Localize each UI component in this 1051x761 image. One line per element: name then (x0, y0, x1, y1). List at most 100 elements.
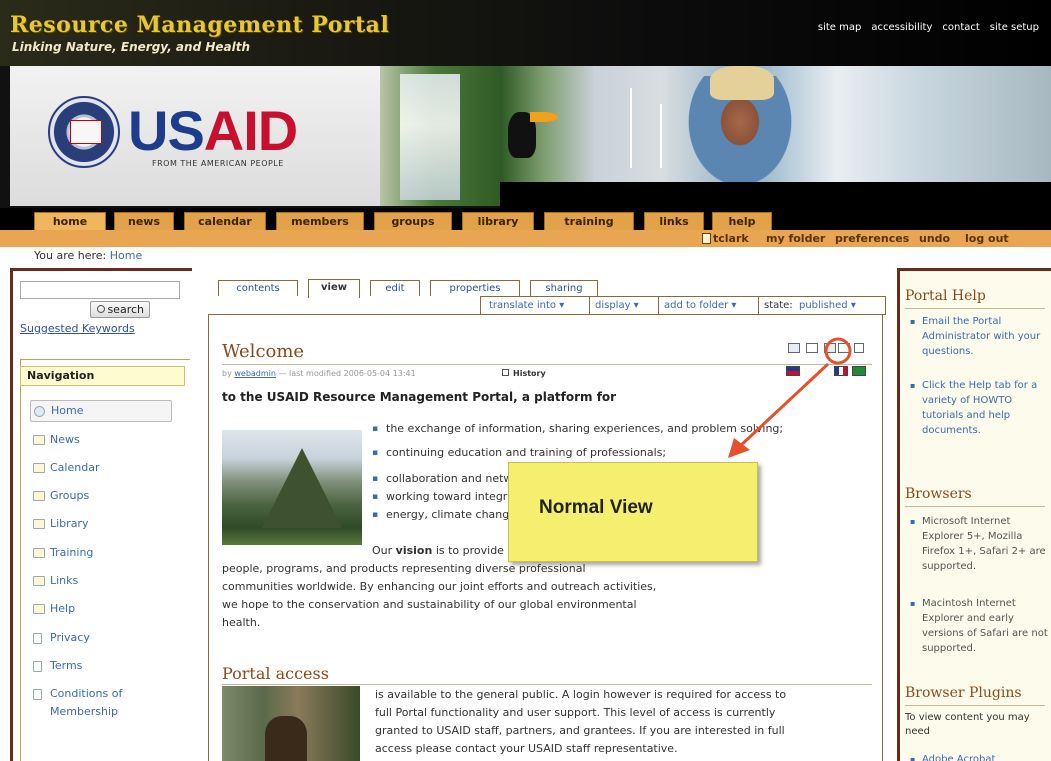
toucan-beak (530, 112, 558, 122)
help-email-link[interactable]: Email the Portal Administrator with your… (910, 314, 1048, 359)
arrow-line (736, 362, 830, 450)
display-menu[interactable]: display ▾ (595, 300, 639, 311)
folder-icon (33, 491, 45, 501)
section-divider (222, 684, 872, 685)
user-name-link[interactable]: tclark (713, 232, 749, 245)
vision-text: people, programs, and products represent… (222, 562, 586, 575)
nav-item-training[interactable]: Training (30, 543, 93, 565)
folder-icon (33, 548, 45, 558)
nav-item-calendar[interactable]: Calendar (30, 458, 99, 480)
nav-item-home[interactable]: Home (30, 400, 172, 422)
tab-sharing[interactable]: sharing (530, 280, 598, 296)
nav-item-help[interactable]: Help (30, 599, 75, 621)
breadcrumb-prefix: You are here: (34, 249, 107, 262)
site-setup-link[interactable]: site setup (990, 22, 1039, 33)
folder-icon (33, 463, 45, 473)
contact-link[interactable]: contact (942, 22, 979, 33)
divider (589, 297, 590, 314)
annotation-arrow (728, 337, 852, 458)
tab-groups[interactable]: groups (374, 212, 452, 230)
heading-divider (905, 705, 1045, 706)
translate-menu[interactable]: translate into ▾ (489, 300, 564, 311)
nav-item-label: Home (51, 404, 84, 417)
usaid-logo-aid: AID (203, 99, 298, 162)
tab-library[interactable]: library (462, 212, 534, 230)
folder-icon (33, 604, 45, 614)
nav-item-conditions-line2[interactable]: Membership (30, 702, 118, 724)
author-link[interactable]: webadmin (234, 369, 276, 378)
nav-item-library[interactable]: Library (30, 514, 88, 536)
usaid-logo-panel: USAID FROM THE AMERICAN PEOPLE (10, 66, 380, 206)
add-to-folder-menu[interactable]: add to folder ▾ (664, 300, 736, 311)
navigation-header: Navigation (20, 366, 185, 386)
log-out-link[interactable]: log out (965, 232, 1009, 245)
vision-text: we hope to the conservation and sustaina… (222, 598, 637, 611)
tab-properties[interactable]: properties (430, 280, 520, 296)
tab-calendar[interactable]: calendar (184, 212, 266, 230)
byline-prefix: by (222, 369, 232, 378)
preferences-link[interactable]: preferences (835, 232, 909, 245)
document-icon (33, 661, 42, 672)
wind-turbine (660, 104, 662, 168)
nav-item-label: Membership (50, 705, 118, 718)
folder-icon (33, 576, 45, 586)
browser-support-item: Macintosh Internet Explorer and early ve… (910, 596, 1048, 656)
heading-divider (905, 308, 1045, 309)
state-menu[interactable]: published ▾ (799, 300, 856, 311)
tab-home[interactable]: home (34, 212, 106, 230)
site-actions: site map accessibility contact site setu… (818, 22, 1039, 33)
access-text: is available to the general public. A lo… (375, 688, 787, 701)
usaid-seal-icon (48, 96, 120, 168)
vision-keyword: vision (395, 544, 433, 557)
access-text: access please contact your USAID staff r… (375, 742, 678, 755)
tree-door (265, 716, 307, 761)
portal-title[interactable]: Resource Management Portal (10, 12, 389, 38)
plugins-description: To view content you may need (905, 712, 1030, 737)
access-text: granted to USAID staff, partners, and gr… (375, 724, 785, 737)
usaid-logo-us: US (128, 99, 205, 162)
suggested-keywords-link[interactable]: Suggested Keywords (20, 322, 135, 335)
nav-item-groups[interactable]: Groups (30, 486, 89, 508)
my-folder-link[interactable]: my folder (766, 232, 825, 245)
vision-lead: Our (372, 544, 393, 557)
tab-links[interactable]: links (644, 212, 704, 230)
tab-training[interactable]: training (544, 212, 634, 230)
nav-item-label: Help (50, 602, 76, 615)
search-button[interactable]: search (90, 301, 150, 318)
history-toggle-icon (502, 369, 509, 376)
divider (758, 297, 759, 314)
access-paragraph: is available to the general public. A lo… (375, 686, 875, 758)
nav-item-links[interactable]: Links (30, 571, 78, 593)
tab-edit[interactable]: edit (370, 280, 420, 296)
nav-item-label: Terms (50, 659, 83, 672)
search-input[interactable] (20, 281, 180, 299)
tab-view[interactable]: view (308, 279, 360, 298)
usaid-subtitle: FROM THE AMERICAN PEOPLE (152, 159, 284, 168)
tab-contents[interactable]: contents (218, 280, 298, 296)
nav-item-news[interactable]: News (30, 430, 80, 452)
nav-item-label: News (50, 433, 80, 446)
nav-item-label: Conditions of (50, 687, 123, 700)
search-icon (97, 305, 105, 313)
tab-news[interactable]: news (114, 212, 174, 230)
help-tab-link[interactable]: Click the Help tab for a variety of HOWT… (910, 378, 1048, 438)
breadcrumb-home-link[interactable]: Home (110, 249, 142, 262)
site-map-link[interactable]: site map (818, 22, 861, 33)
home-icon (34, 406, 45, 417)
undo-link[interactable]: undo (919, 232, 950, 245)
waterfall-photo (400, 74, 460, 200)
tab-members[interactable]: members (276, 212, 364, 230)
tab-help[interactable]: help (712, 212, 772, 230)
accessibility-link[interactable]: accessibility (871, 22, 932, 33)
byline-modified: — last modified 2006-05-04 13:41 (278, 369, 416, 378)
access-text: full Portal functionality and user suppo… (375, 706, 776, 719)
callout-text: Normal View (539, 497, 653, 518)
user-icon (702, 233, 711, 244)
global-nav: home news calendar members groups librar… (0, 208, 1051, 230)
list-item: continuing education and training of pro… (372, 444, 666, 462)
history-link[interactable]: History (502, 369, 546, 378)
section-title: Portal access (222, 664, 329, 683)
adobe-acrobat-link[interactable]: Adobe Acrobat (910, 752, 1048, 761)
nav-item-privacy[interactable]: Privacy (30, 628, 90, 650)
nav-item-terms[interactable]: Terms (30, 656, 82, 678)
